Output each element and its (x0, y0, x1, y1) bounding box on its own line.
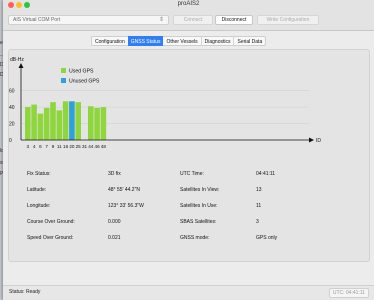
x-tick-label: 9 (52, 144, 55, 149)
bar (56, 110, 63, 140)
x-tick-label: 31 (82, 144, 88, 149)
y-tick-label: 0 (9, 138, 12, 144)
bar (100, 107, 107, 140)
latitude-label: Latitude: (27, 187, 47, 193)
bar (25, 107, 31, 140)
satellites-in-use-label: Satellites In Use: (180, 203, 218, 209)
chevron-updown-icon: ⇕ (158, 17, 164, 23)
x-tick-label: 4 (33, 144, 36, 149)
bar (75, 102, 81, 140)
x-tick-label: 7 (45, 144, 48, 149)
x-tick-label: 3 (27, 144, 30, 149)
satellites-in-view-label: Satellites In View: (180, 187, 220, 193)
window-title: proAIS2 (177, 1, 200, 7)
bar (31, 104, 37, 140)
toolbar: AIS Virtual COM Port ⇕ Connect Disconnec… (3, 10, 374, 31)
signal-strength-chart: 0204060dB-HzID3 4 6 7 9 11 16 20 25 31 44 46 48Used … (9, 57, 321, 149)
port-select[interactable]: AIS Virtual COM Port ⇕ (8, 15, 169, 25)
y-tick-label: 20 (9, 121, 15, 127)
tab-gnss-status[interactable]: GNSS Status (127, 36, 164, 46)
tab-configuration[interactable]: Configuration (91, 36, 128, 46)
satellites-in-view-value: 13 (256, 187, 262, 193)
sbas-satellites-value: 3 (256, 219, 259, 225)
write-configuration-button[interactable]: Write Configuration (257, 15, 319, 25)
connect-button[interactable]: Connect (173, 15, 213, 25)
course-over-ground-value: 0.000 (108, 219, 121, 225)
legend-label: Unused GPS (69, 79, 100, 85)
utc-time-label: UTC Time: (180, 171, 204, 177)
utc-readout: UTC: 04:41:11 (328, 288, 369, 298)
app-window: proAIS2 AIS Virtual COM Port ⇕ Connect D… (3, 0, 374, 300)
speed-over-ground-value: 0.021 (108, 235, 121, 241)
x-tick-label: 48 (101, 144, 107, 149)
latitude-value: 48° 55' 44.2"N (108, 187, 140, 193)
port-select-value: AIS Virtual COM Port (13, 17, 61, 23)
x-tick-label: 25 (76, 144, 82, 149)
gnss-mode-value: GPS only (256, 235, 278, 241)
y-axis-label: dB-Hz (10, 57, 24, 63)
gnss-mode-label: GNSS mode: (180, 235, 210, 241)
tab-diagnostics[interactable]: Diagnostics (201, 36, 235, 46)
title-bar: proAIS2 (3, 0, 374, 10)
tab-other-vessels[interactable]: Other Vessels (163, 36, 202, 46)
longitude-label: Longitude: (27, 203, 51, 209)
longitude-value: 123° 33' 56.3"W (108, 203, 144, 209)
x-tick-label: 16 (63, 144, 69, 149)
bar (88, 106, 94, 140)
x-tick-label: 11 (57, 144, 62, 149)
satellites-in-use-value: 11 (256, 203, 262, 209)
legend-swatch (61, 78, 66, 83)
x-tick-label: 44 (88, 144, 94, 149)
gnss-status-panel: 0 20 40 60 dB-Hz ID 3 4 6 7 9 11 16 20 25 31 44 46 48 Used … (8, 49, 370, 262)
legend-swatch (61, 68, 66, 73)
utc-time-value: 04:41:11 (256, 171, 276, 177)
x-tick-label: 46 (95, 144, 101, 149)
fix-status-label: Fix Status: (27, 171, 51, 177)
x-tick-label: 20 (69, 144, 75, 149)
speed-over-ground-label: Speed Over Ground: (27, 235, 74, 241)
bar (37, 113, 44, 140)
legend-label: Used GPS (69, 69, 94, 75)
status-text: Status: Ready (9, 289, 41, 295)
bar (43, 107, 50, 140)
bar (69, 101, 75, 140)
bar (94, 107, 100, 140)
disconnect-button[interactable]: Disconnect (215, 15, 253, 25)
tab-bar: Configuration GNSS Status Other Vessels … (91, 36, 267, 46)
x-axis-arrow-icon (309, 137, 314, 143)
tab-serial-data[interactable]: Serial Data (234, 36, 267, 46)
course-over-ground-label: Course Over Ground: (27, 219, 75, 225)
fix-status-value: 3D fix (108, 171, 121, 177)
status-bar: Status: Ready UTC: 04:41:11 (3, 285, 374, 300)
x-tick-label: 6 (39, 144, 42, 149)
bar (50, 102, 56, 140)
y-tick-label: 40 (9, 105, 15, 111)
sbas-satellites-label: SBAS Satellites: (180, 219, 217, 225)
y-tick-label: 60 (9, 88, 15, 94)
y-axis-arrow-icon (18, 63, 24, 68)
x-axis-label: ID (316, 138, 321, 144)
bar (62, 101, 69, 140)
